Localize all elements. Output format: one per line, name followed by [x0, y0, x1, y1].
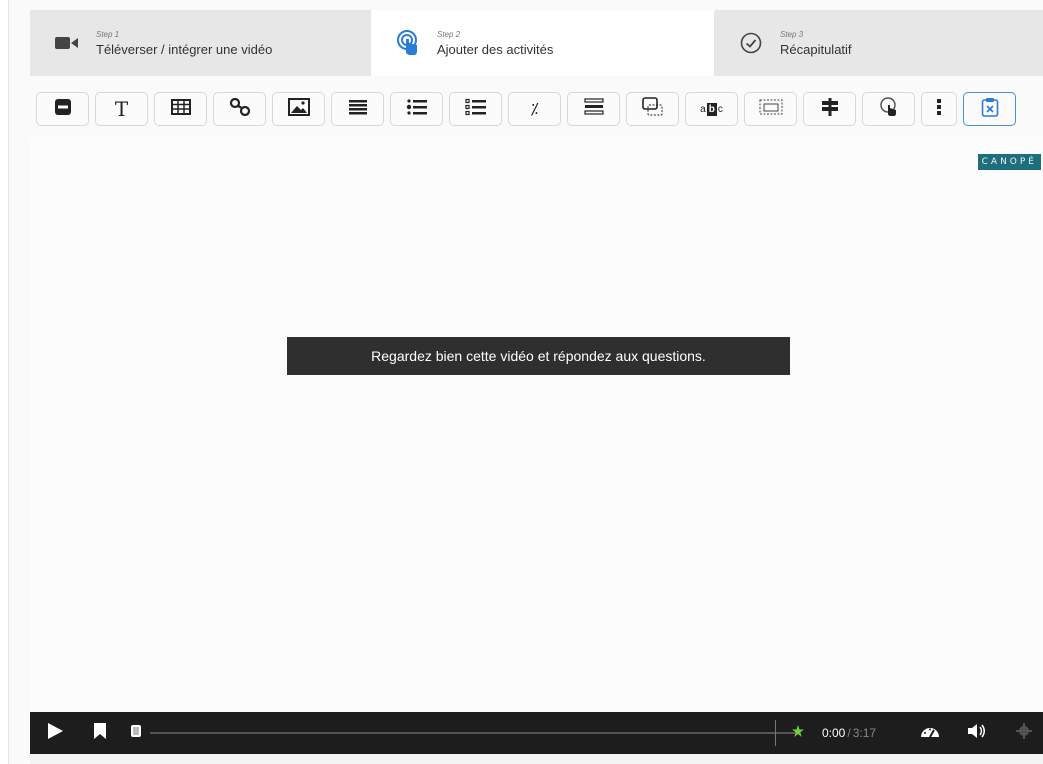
activities-toolbar: T ⁒ abc — [30, 87, 1043, 131]
video-camera-icon — [52, 28, 82, 58]
free-text-button[interactable] — [963, 92, 1016, 126]
link-icon — [229, 97, 251, 121]
playback-speed-button[interactable] — [920, 712, 940, 754]
settings-button[interactable] — [1016, 712, 1032, 754]
play-icon — [46, 722, 64, 745]
image-button[interactable] — [272, 92, 325, 126]
step-1-label: Téléverser / intégrer une vidéo — [96, 41, 273, 57]
label-button[interactable] — [36, 92, 89, 126]
multiple-choice-icon — [464, 98, 487, 121]
fill-blanks-button[interactable] — [744, 92, 797, 126]
crossroads-button[interactable] — [803, 92, 856, 126]
bookmark-icon — [93, 722, 107, 745]
touch-click-icon — [393, 28, 423, 58]
page-bottom-strip — [30, 754, 1043, 764]
more-vertical-icon — [936, 98, 942, 121]
current-time: 0:00 — [822, 726, 846, 740]
volume-button[interactable] — [967, 712, 987, 754]
progress-handle[interactable] — [130, 712, 142, 754]
volume-icon — [967, 723, 987, 744]
single-choice-button[interactable] — [390, 92, 443, 126]
bookmark-marker[interactable] — [792, 712, 804, 754]
text-icon: T — [114, 97, 129, 121]
video-caption[interactable]: Regardez bien cette vidéo et répondez au… — [287, 337, 790, 375]
step-add-activities[interactable]: Step 2 Ajouter des activités — [371, 10, 714, 76]
time-display: 0:00 / 3:17 — [822, 712, 876, 754]
step-summary[interactable]: Step 3 Récapitulatif — [714, 10, 1043, 76]
canope-logo: CANOPÉ — [977, 154, 1041, 170]
summary-button[interactable] — [626, 92, 679, 126]
hotspot-icon — [879, 96, 899, 122]
star-marker-icon — [792, 724, 804, 742]
duration: 3:17 — [852, 726, 877, 740]
text-button[interactable]: T — [95, 92, 148, 126]
step-upload-video[interactable]: Step 1 Téléverser / intégrer une vidéo — [30, 10, 371, 76]
progress-end-marker — [775, 720, 776, 746]
drag-text-icon: abc — [700, 102, 723, 116]
progress-bar[interactable] — [150, 732, 800, 734]
more-button[interactable] — [921, 92, 957, 126]
table-icon — [170, 98, 191, 120]
image-icon — [287, 97, 310, 121]
drag-drop-icon — [583, 97, 604, 121]
step-1-number: Step 1 — [96, 29, 120, 39]
single-choice-icon — [406, 98, 428, 121]
navigation-hotspot-button[interactable] — [862, 92, 915, 126]
play-button[interactable] — [46, 712, 64, 754]
list-icon — [348, 99, 368, 120]
table-button[interactable] — [154, 92, 207, 126]
multiple-choice-button[interactable] — [449, 92, 502, 126]
step-2-number: Step 2 — [437, 29, 461, 39]
statements-button[interactable] — [331, 92, 384, 126]
step-2-label: Ajouter des activités — [437, 41, 554, 57]
steps-bar: Step 1 Téléverser / intégrer une vidéo S… — [30, 10, 1043, 76]
speedometer-icon — [920, 723, 940, 744]
signpost-icon — [820, 97, 840, 122]
minus-box-icon — [54, 98, 72, 121]
progress-handle-icon — [130, 724, 142, 743]
video-controls: 0:00 / 3:17 — [30, 712, 1043, 754]
time-separator: / — [847, 726, 851, 740]
link-button[interactable] — [213, 92, 266, 126]
step-3-number: Step 3 — [780, 29, 804, 39]
true-false-button[interactable]: ⁒ — [508, 92, 561, 126]
fill-blanks-icon — [759, 99, 783, 120]
drag-text-button[interactable]: abc — [685, 92, 738, 126]
bookmarks-button[interactable] — [93, 712, 107, 754]
video-area[interactable]: CANOPÉ Regardez bien cette vidéo et répo… — [30, 137, 1043, 712]
percent-icon: ⁒ — [531, 101, 538, 118]
step-3-label: Récapitulatif — [780, 41, 852, 57]
check-circle-icon — [736, 28, 766, 58]
gear-icon — [1016, 722, 1032, 744]
drag-drop-button[interactable] — [567, 92, 620, 126]
summary-icon — [641, 96, 664, 122]
clipboard-x-icon — [981, 97, 999, 122]
